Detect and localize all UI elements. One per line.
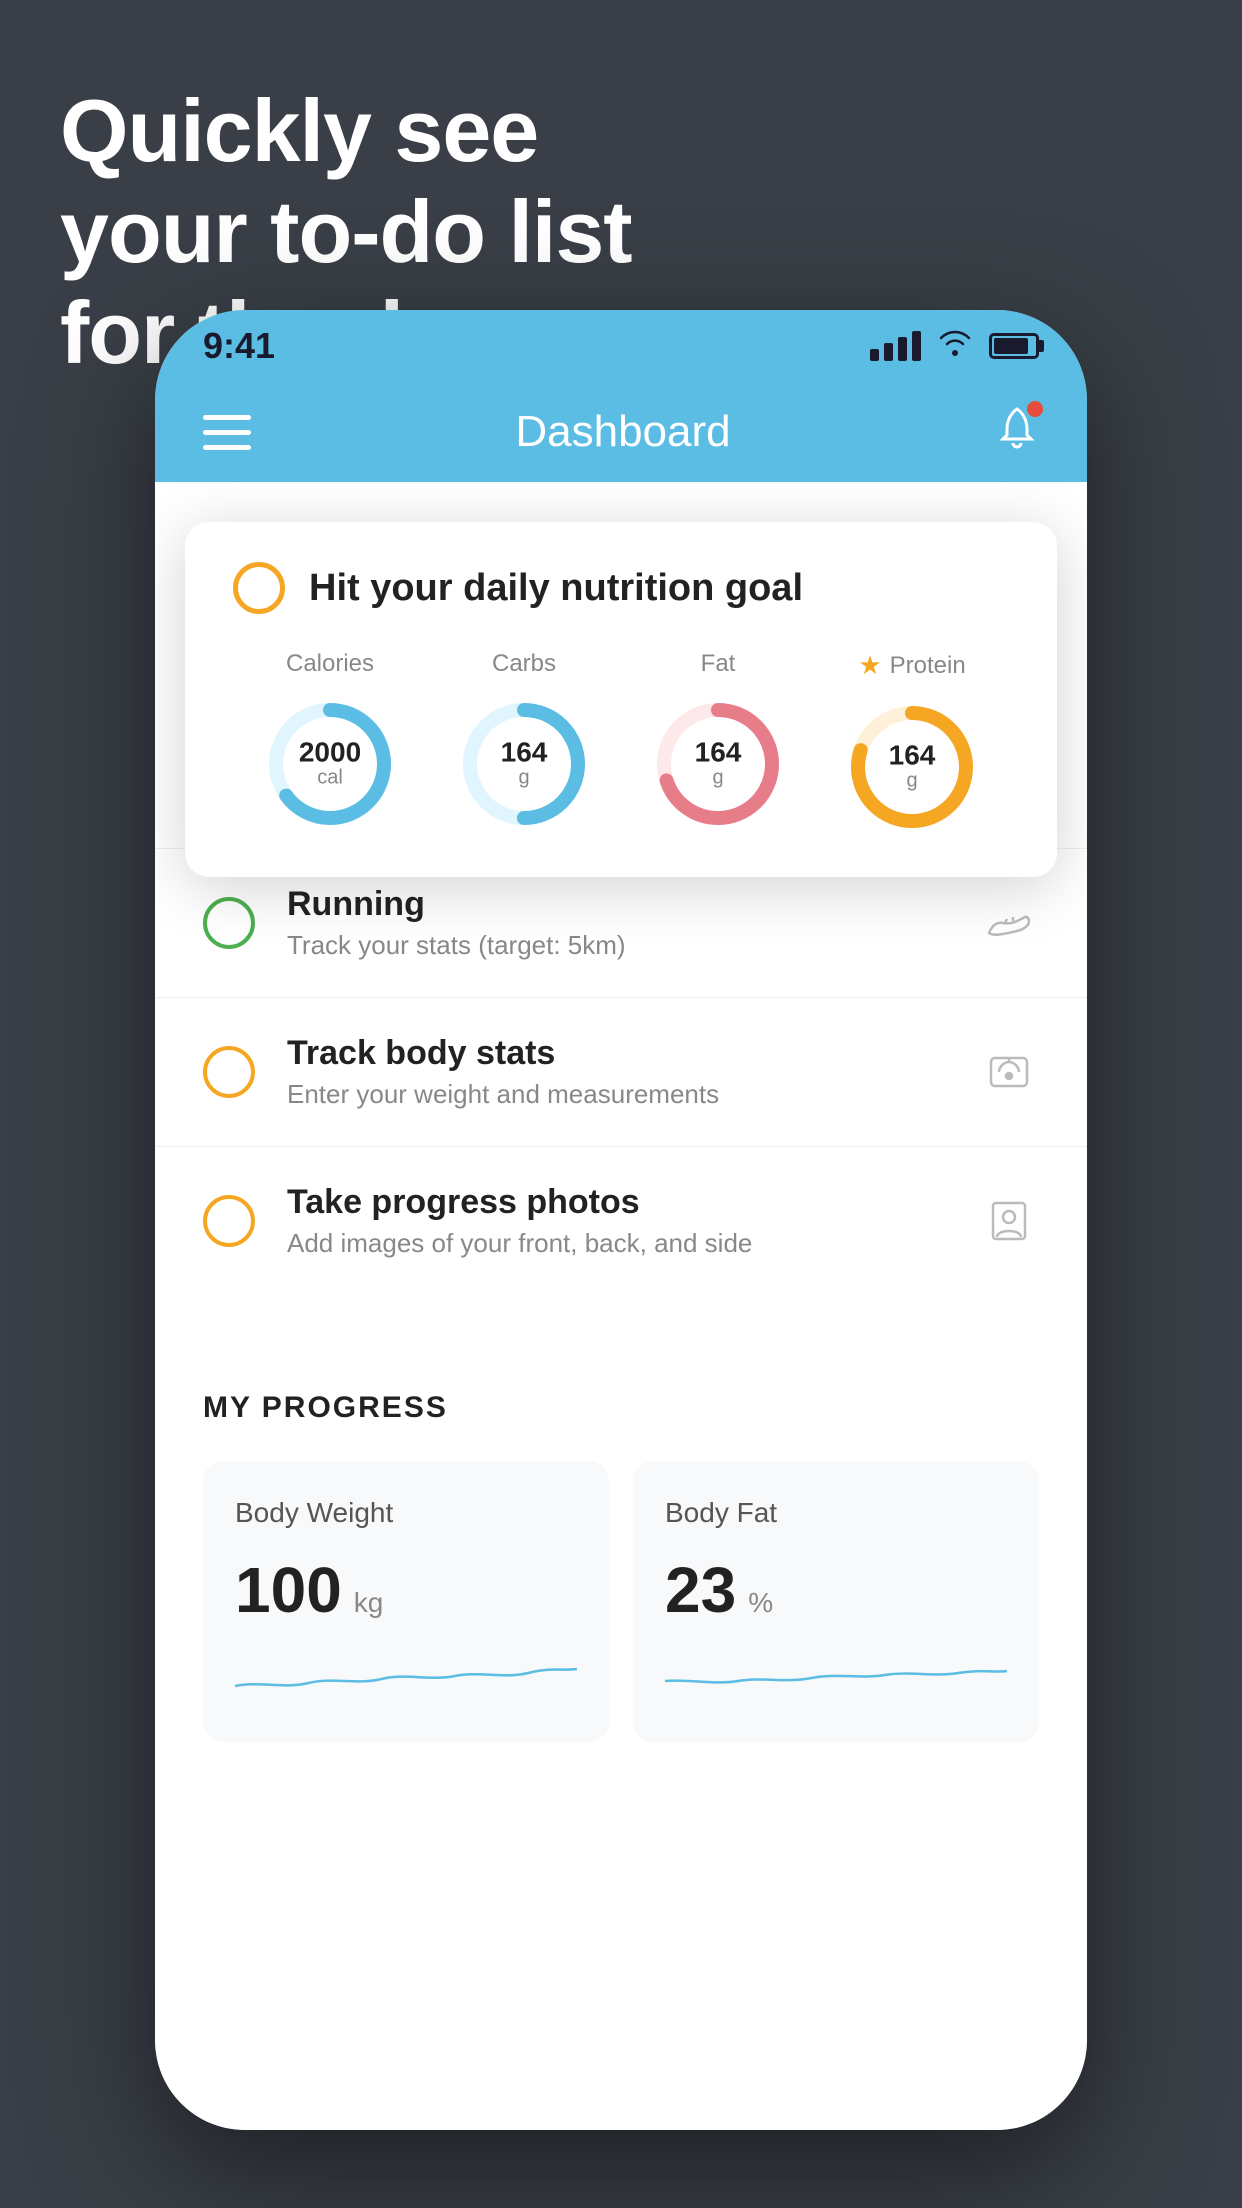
fat-label: Fat [701, 650, 736, 678]
nutrition-card: Hit your daily nutrition goal Calories 2… [185, 522, 1057, 877]
fat-donut: 164 g [648, 694, 788, 834]
body-weight-unit: kg [354, 1587, 384, 1619]
body-stats-title: Track body stats [287, 1034, 947, 1073]
star-icon: ★ [858, 650, 881, 681]
photos-text: Take progress photos Add images of your … [287, 1183, 947, 1259]
calories-label: Calories [286, 650, 374, 678]
phone-mockup: 9:41 Dashboard [155, 310, 1087, 2130]
progress-header: MY PROGRESS [203, 1391, 1039, 1425]
fat-unit: g [695, 767, 742, 790]
shoe-icon [979, 893, 1039, 953]
body-fat-chart [665, 1651, 1007, 1701]
calories-donut: 2000 cal [260, 694, 400, 834]
body-fat-value: 23 [665, 1553, 736, 1627]
body-stats-subtitle: Enter your weight and measurements [287, 1079, 947, 1110]
body-fat-unit: % [748, 1587, 773, 1619]
body-stats-check-circle [203, 1046, 255, 1098]
body-stats-text: Track body stats Enter your weight and m… [287, 1034, 947, 1110]
protein-unit: g [889, 770, 936, 793]
progress-section: MY PROGRESS Body Weight 100 kg Body Fat [155, 1343, 1087, 1742]
body-fat-value-row: 23 % [665, 1553, 1007, 1627]
calories-value: 2000 [299, 739, 361, 767]
protein-label: ★ Protein [858, 650, 965, 681]
carbs-label: Carbs [492, 650, 556, 678]
status-bar: 9:41 [155, 310, 1087, 382]
nav-bar: Dashboard [155, 382, 1087, 482]
carbs-unit: g [501, 767, 548, 790]
macro-protein: ★ Protein 164 g [842, 650, 982, 837]
macro-carbs: Carbs 164 g [454, 650, 594, 834]
scale-icon [979, 1042, 1039, 1102]
battery-icon [989, 333, 1039, 359]
carbs-donut: 164 g [454, 694, 594, 834]
todo-item-photos[interactable]: Take progress photos Add images of your … [155, 1146, 1087, 1295]
status-icons [870, 328, 1039, 364]
photos-title: Take progress photos [287, 1183, 947, 1222]
body-fat-title: Body Fat [665, 1497, 1007, 1529]
body-fat-card[interactable]: Body Fat 23 % [633, 1461, 1039, 1742]
person-icon [979, 1191, 1039, 1251]
macro-fat: Fat 164 g [648, 650, 788, 834]
menu-button[interactable] [203, 415, 251, 450]
carbs-value: 164 [501, 739, 548, 767]
photos-subtitle: Add images of your front, back, and side [287, 1228, 947, 1259]
protein-value: 164 [889, 742, 936, 770]
running-title: Running [287, 885, 947, 924]
nutrition-check-circle [233, 562, 285, 614]
notifications-button[interactable] [995, 405, 1039, 460]
body-weight-value: 100 [235, 1553, 342, 1627]
todo-list: Running Track your stats (target: 5km) T… [155, 848, 1087, 1295]
body-weight-card[interactable]: Body Weight 100 kg [203, 1461, 609, 1742]
progress-cards: Body Weight 100 kg Body Fat 23 % [203, 1461, 1039, 1742]
fat-value: 164 [695, 739, 742, 767]
wifi-icon [937, 328, 973, 364]
body-weight-chart [235, 1651, 577, 1701]
running-text: Running Track your stats (target: 5km) [287, 885, 947, 961]
running-check-circle [203, 897, 255, 949]
nav-title: Dashboard [515, 407, 730, 457]
macro-calories: Calories 2000 cal [260, 650, 400, 834]
body-weight-value-row: 100 kg [235, 1553, 577, 1627]
macros-row: Calories 2000 cal Carbs [233, 650, 1009, 837]
phone-content: THINGS TO DO TODAY Hit your daily nutrit… [155, 482, 1087, 2130]
running-subtitle: Track your stats (target: 5km) [287, 930, 947, 961]
photos-check-circle [203, 1195, 255, 1247]
calories-unit: cal [299, 767, 361, 790]
protein-donut: 164 g [842, 697, 982, 837]
signal-icon [870, 331, 921, 361]
body-weight-title: Body Weight [235, 1497, 577, 1529]
status-time: 9:41 [203, 325, 275, 367]
todo-item-body-stats[interactable]: Track body stats Enter your weight and m… [155, 997, 1087, 1146]
nutrition-card-title: Hit your daily nutrition goal [309, 567, 803, 610]
